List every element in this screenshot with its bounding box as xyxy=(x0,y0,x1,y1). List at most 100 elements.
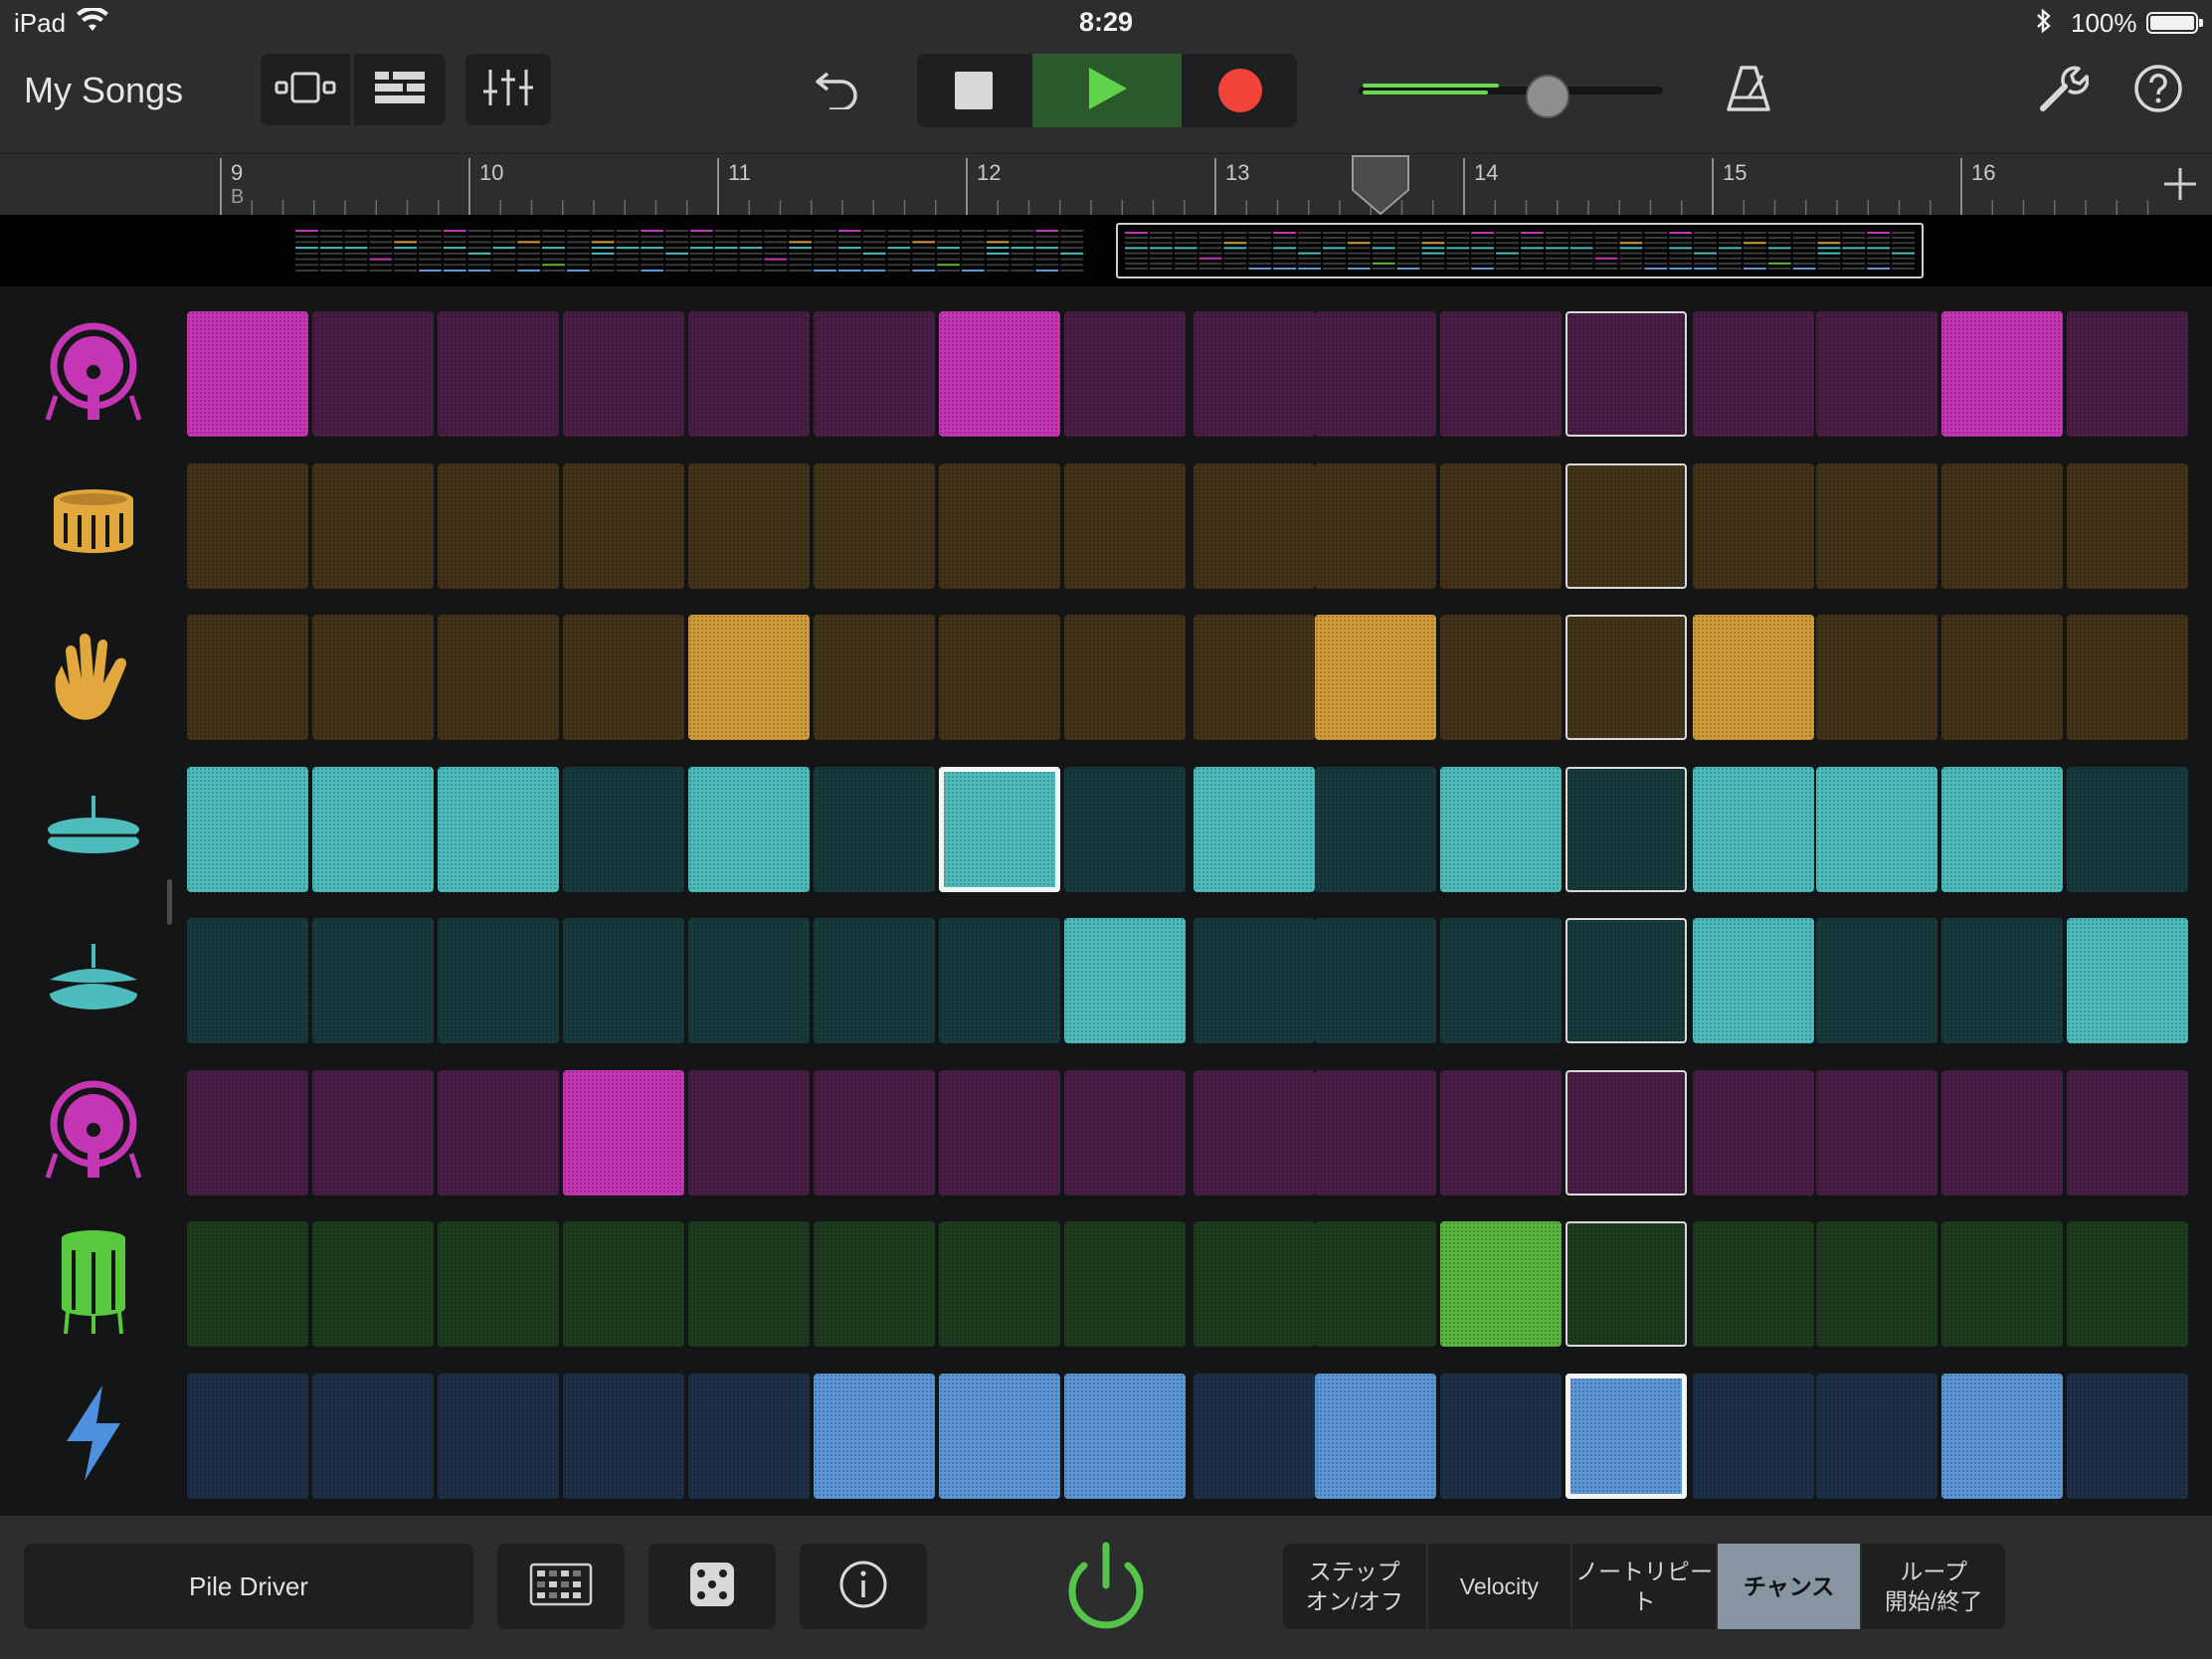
step-kick-drum-14[interactable] xyxy=(1816,311,1937,437)
step-fx-8[interactable] xyxy=(1064,1373,1186,1499)
settings-button[interactable] xyxy=(2029,58,2097,123)
step-snare-7[interactable] xyxy=(939,462,1060,589)
instrument-floor-tom[interactable] xyxy=(36,1226,151,1342)
step-kick-drum-2-2[interactable] xyxy=(312,1069,434,1196)
tracks-view-button[interactable] xyxy=(261,54,350,125)
step-floor-tom-6[interactable] xyxy=(814,1221,935,1347)
step-kick-drum-2-12[interactable] xyxy=(1566,1069,1687,1196)
overview-region-2-selected[interactable] xyxy=(1116,223,1924,278)
play-button[interactable] xyxy=(1032,54,1182,127)
step-snare-2[interactable] xyxy=(312,462,434,589)
step-kick-drum-2-1[interactable] xyxy=(187,1069,308,1196)
step-closed-hihat-4[interactable] xyxy=(563,766,684,892)
step-clap-5[interactable] xyxy=(688,615,810,740)
step-clap-14[interactable] xyxy=(1816,615,1937,740)
step-kick-drum-2-11[interactable] xyxy=(1440,1069,1562,1196)
step-snare-12[interactable] xyxy=(1566,462,1687,589)
step-open-hihat-13[interactable] xyxy=(1693,918,1814,1043)
help-button[interactable] xyxy=(2124,58,2192,123)
step-kick-drum-10[interactable] xyxy=(1315,311,1436,437)
step-snare-9[interactable] xyxy=(1194,462,1315,589)
step-kick-drum-16[interactable] xyxy=(2067,311,2188,437)
step-snare-10[interactable] xyxy=(1315,462,1436,589)
step-open-hihat-8[interactable] xyxy=(1064,918,1186,1043)
step-clap-6[interactable] xyxy=(814,615,935,740)
step-fx-5[interactable] xyxy=(688,1373,810,1499)
timeline-ruler[interactable]: 9 10 11 12 13 14 15 16 B xyxy=(0,153,2212,216)
undo-button[interactable] xyxy=(796,54,879,125)
step-clap-3[interactable] xyxy=(438,615,559,740)
step-kick-drum-2-3[interactable] xyxy=(438,1069,559,1196)
step-kick-drum-3[interactable] xyxy=(438,311,559,437)
step-clap-9[interactable] xyxy=(1194,615,1315,740)
step-floor-tom-10[interactable] xyxy=(1315,1221,1436,1347)
instrument-kick-drum[interactable] xyxy=(36,316,151,432)
step-closed-hihat-8[interactable] xyxy=(1064,766,1186,892)
track-list-button[interactable] xyxy=(354,54,446,125)
step-clap-7[interactable] xyxy=(939,615,1060,740)
step-floor-tom-15[interactable] xyxy=(1941,1221,2063,1347)
mode-option-1[interactable]: ステップ オン/オフ xyxy=(1283,1544,1428,1629)
step-closed-hihat-7[interactable] xyxy=(939,766,1060,892)
step-snare-4[interactable] xyxy=(563,462,684,589)
step-kick-drum-2-4[interactable] xyxy=(563,1069,684,1196)
step-closed-hihat-14[interactable] xyxy=(1816,766,1937,892)
step-closed-hihat-11[interactable] xyxy=(1440,766,1562,892)
step-closed-hihat-1[interactable] xyxy=(187,766,308,892)
step-kick-drum-2-14[interactable] xyxy=(1816,1069,1937,1196)
step-fx-16[interactable] xyxy=(2067,1373,2188,1499)
step-floor-tom-4[interactable] xyxy=(563,1221,684,1347)
step-fx-3[interactable] xyxy=(438,1373,559,1499)
step-kick-drum-2-15[interactable] xyxy=(1941,1069,2063,1196)
step-kick-drum-7[interactable] xyxy=(939,311,1060,437)
step-kick-drum-9[interactable] xyxy=(1194,311,1315,437)
step-clap-12[interactable] xyxy=(1566,615,1687,740)
step-kick-drum-8[interactable] xyxy=(1064,311,1186,437)
step-clap-10[interactable] xyxy=(1315,615,1436,740)
mode-option-3[interactable]: ノートリピート xyxy=(1572,1544,1718,1629)
instrument-snare[interactable] xyxy=(36,468,151,584)
step-fx-10[interactable] xyxy=(1315,1373,1436,1499)
step-closed-hihat-15[interactable] xyxy=(1941,766,2063,892)
step-fx-2[interactable] xyxy=(312,1373,434,1499)
pattern-power-button[interactable] xyxy=(1054,1536,1158,1639)
step-snare-16[interactable] xyxy=(2067,462,2188,589)
step-open-hihat-2[interactable] xyxy=(312,918,434,1043)
step-snare-5[interactable] xyxy=(688,462,810,589)
step-floor-tom-11[interactable] xyxy=(1440,1221,1562,1347)
step-clap-16[interactable] xyxy=(2067,615,2188,740)
volume-knob[interactable] xyxy=(1525,75,1569,118)
step-open-hihat-7[interactable] xyxy=(939,918,1060,1043)
step-open-hihat-15[interactable] xyxy=(1941,918,2063,1043)
step-open-hihat-9[interactable] xyxy=(1194,918,1315,1043)
step-kick-drum-15[interactable] xyxy=(1941,311,2063,437)
mode-option-5[interactable]: ループ 開始/終了 xyxy=(1862,1544,2005,1629)
playhead-handle[interactable] xyxy=(1351,154,1410,216)
step-open-hihat-3[interactable] xyxy=(438,918,559,1043)
step-kick-drum-12[interactable] xyxy=(1566,311,1687,437)
step-snare-3[interactable] xyxy=(438,462,559,589)
step-clap-4[interactable] xyxy=(563,615,684,740)
record-button[interactable] xyxy=(1184,54,1297,127)
step-kick-drum-4[interactable] xyxy=(563,311,684,437)
step-snare-13[interactable] xyxy=(1693,462,1814,589)
step-clap-8[interactable] xyxy=(1064,615,1186,740)
step-kick-drum-2-9[interactable] xyxy=(1194,1069,1315,1196)
step-kick-drum-2-7[interactable] xyxy=(939,1069,1060,1196)
stop-button[interactable] xyxy=(917,54,1030,127)
step-floor-tom-9[interactable] xyxy=(1194,1221,1315,1347)
step-kick-drum-2-16[interactable] xyxy=(2067,1069,2188,1196)
step-kick-drum-6[interactable] xyxy=(814,311,935,437)
step-floor-tom-12[interactable] xyxy=(1566,1221,1687,1347)
step-kick-drum-2[interactable] xyxy=(312,311,434,437)
instrument-clap[interactable] xyxy=(36,620,151,735)
step-open-hihat-6[interactable] xyxy=(814,918,935,1043)
step-clap-2[interactable] xyxy=(312,615,434,740)
step-floor-tom-8[interactable] xyxy=(1064,1221,1186,1347)
step-kick-drum-2-10[interactable] xyxy=(1315,1069,1436,1196)
step-fx-1[interactable] xyxy=(187,1373,308,1499)
info-button[interactable] xyxy=(800,1544,927,1629)
add-section-button[interactable] xyxy=(2160,164,2200,204)
step-floor-tom-3[interactable] xyxy=(438,1221,559,1347)
step-open-hihat-10[interactable] xyxy=(1315,918,1436,1043)
